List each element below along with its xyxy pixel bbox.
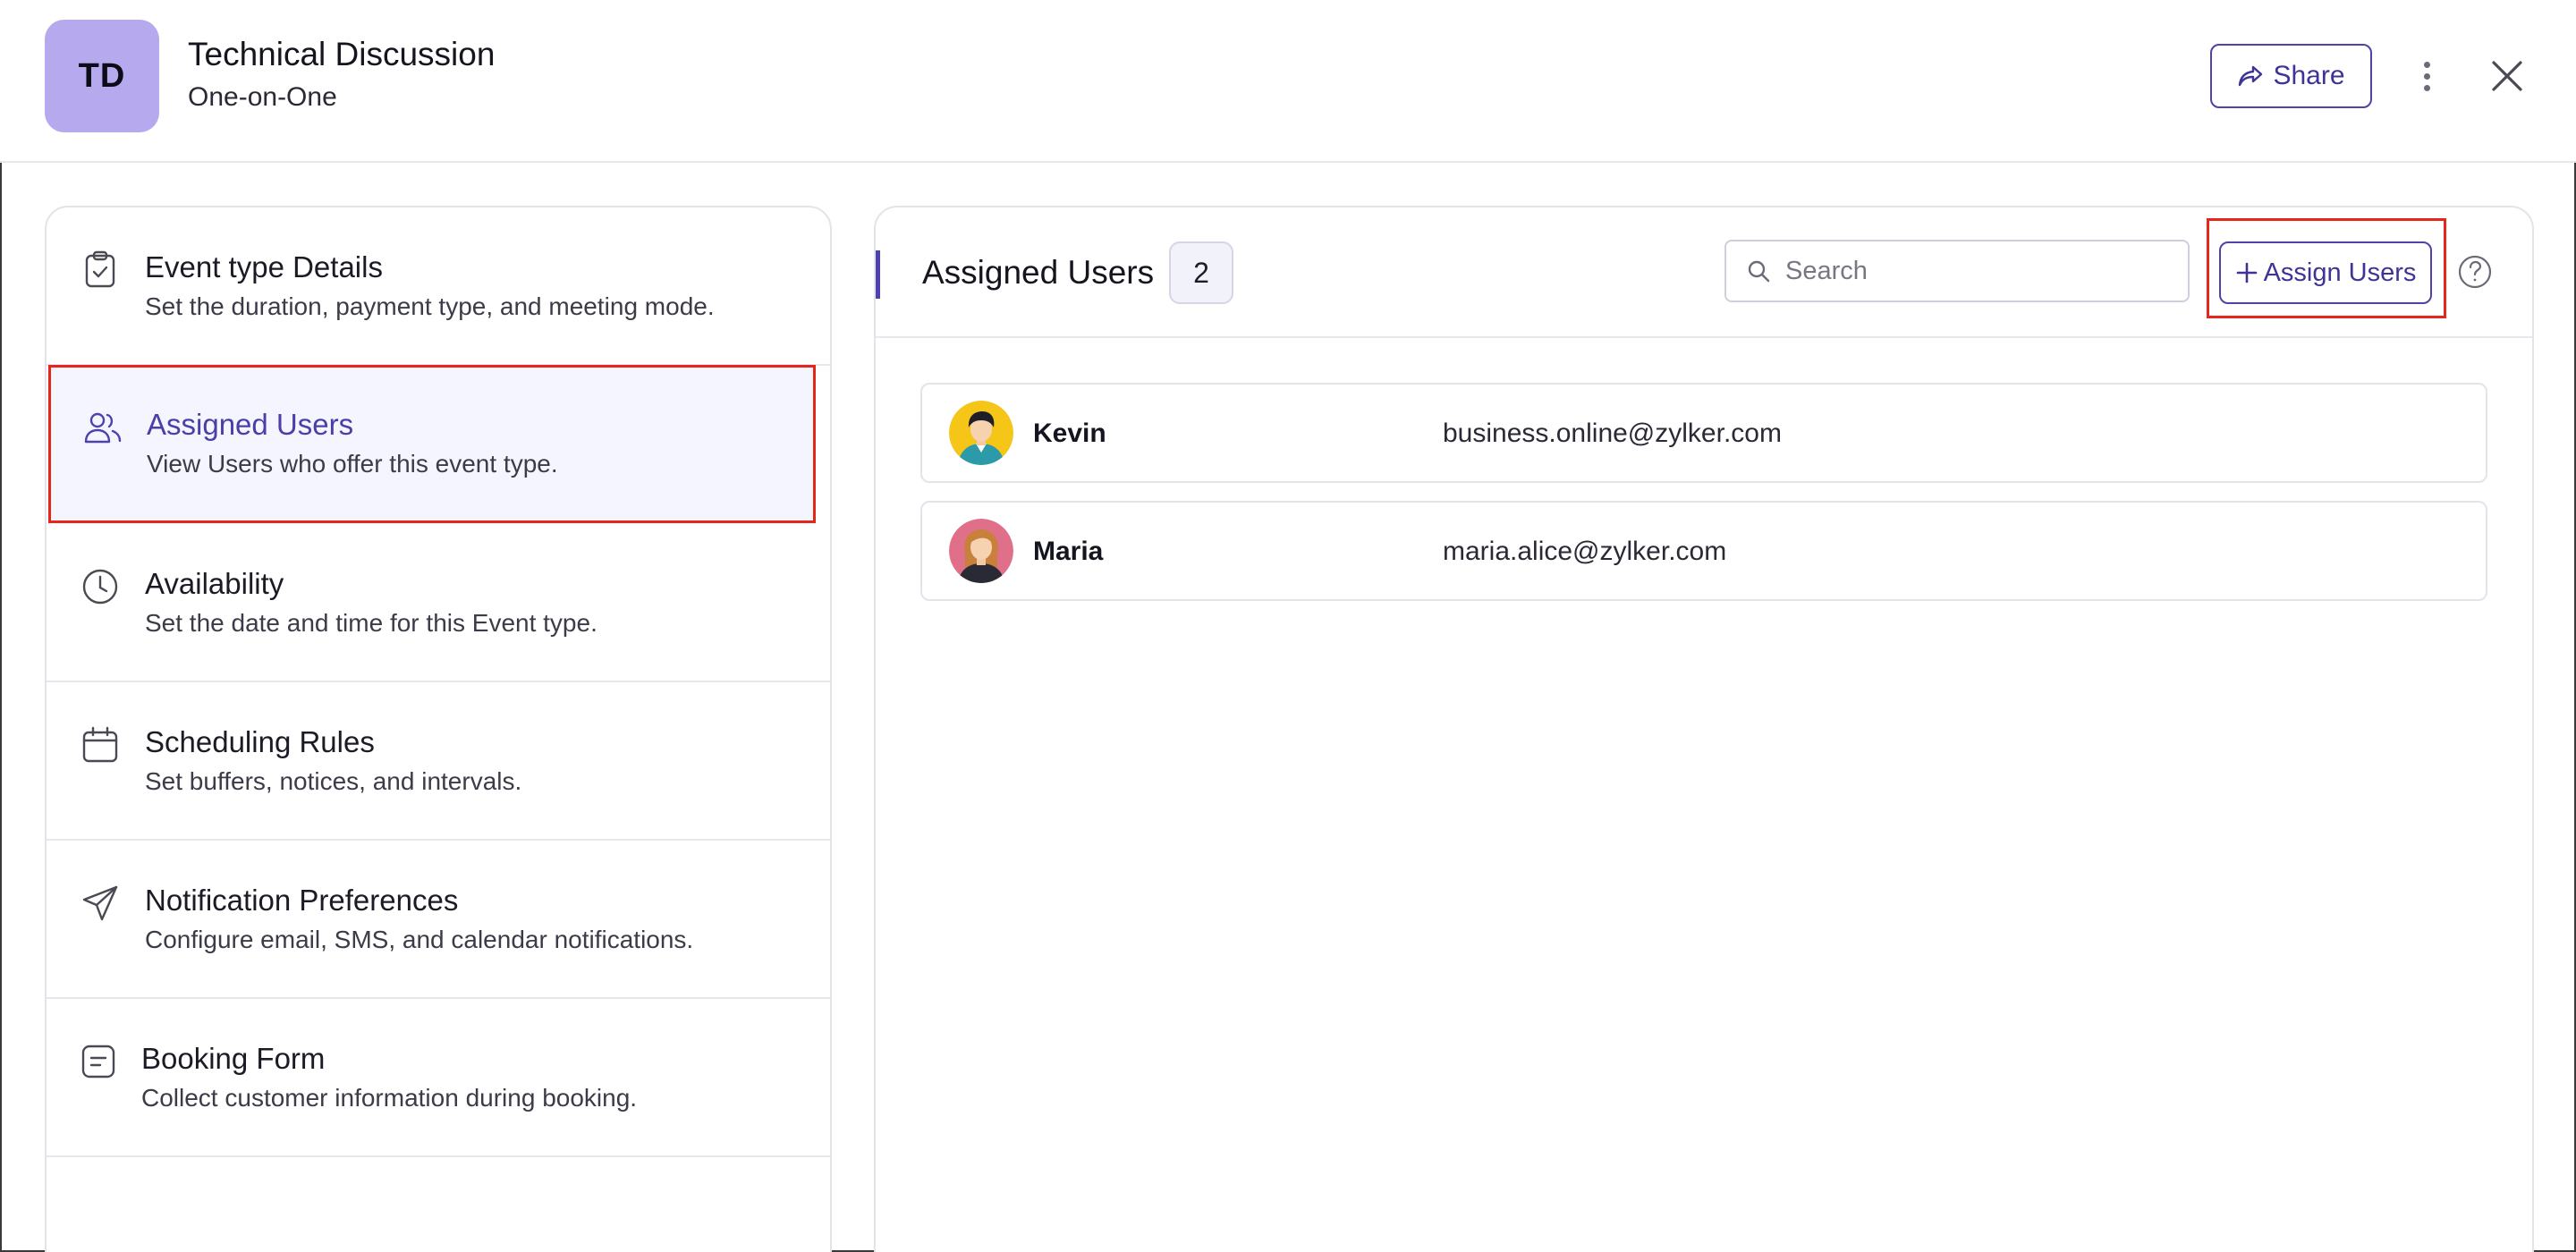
share-icon [2239, 65, 2263, 87]
search-input[interactable] [1785, 256, 2161, 286]
paper-plane-icon [82, 885, 118, 921]
sidebar-item-assigned-users[interactable]: Assigned Users View Users who offer this… [48, 365, 816, 523]
avatar [949, 401, 1013, 465]
user-row[interactable]: Maria maria.alice@zylker.com [920, 501, 2487, 601]
event-header: TD Technical Discussion One-on-One Share [0, 0, 2576, 163]
search-field[interactable] [1724, 240, 2190, 302]
share-label: Share [2273, 61, 2345, 90]
assign-users-label: Assign Users [2263, 258, 2417, 287]
event-avatar: TD [45, 20, 159, 132]
section-accent-bar [876, 250, 880, 299]
share-button[interactable]: Share [2210, 44, 2372, 108]
sidebar-item-title: Availability [145, 567, 284, 600]
search-icon [1748, 260, 1770, 283]
sidebar-item-title: Scheduling Rules [145, 725, 375, 758]
close-icon[interactable] [2487, 55, 2528, 97]
user-email: business.online@zylker.com [1443, 419, 1782, 448]
sidebar-item-title: Assigned Users [147, 408, 354, 441]
panel-title: Assigned Users [922, 254, 1155, 291]
sidebar-item-scheduling-rules[interactable]: Scheduling Rules Set buffers, notices, a… [47, 682, 830, 841]
user-row[interactable]: Kevin business.online@zylker.com [920, 383, 2487, 483]
sidebar-item-title: Notification Preferences [145, 884, 459, 917]
plus-icon [2236, 262, 2257, 283]
more-options-icon[interactable] [2411, 54, 2442, 98]
user-name: Maria [1033, 537, 1104, 566]
help-icon[interactable] [2457, 254, 2493, 290]
clock-icon [82, 569, 118, 605]
settings-sidebar: Event type Details Set the duration, pay… [45, 206, 832, 1252]
panel-header: Assigned Users 2 Assign Users [876, 207, 2532, 338]
avatar [949, 519, 1013, 583]
assigned-users-panel: Assigned Users 2 Assign Users [874, 206, 2534, 1252]
user-count-badge: 2 [1169, 241, 1233, 304]
sidebar-item-booking-form[interactable]: Booking Form Collect customer informatio… [47, 999, 830, 1157]
sidebar-item-desc: Set the duration, payment type, and meet… [145, 292, 715, 320]
sidebar-item-desc: View Users who offer this event type. [147, 450, 558, 478]
sidebar-item-desc: Configure email, SMS, and calendar notif… [145, 926, 694, 953]
sidebar-item-desc: Collect customer information during book… [141, 1084, 638, 1112]
sidebar-item-desc: Set the date and time for this Event typ… [145, 609, 597, 637]
users-icon [84, 412, 122, 444]
form-icon [81, 1045, 115, 1079]
sidebar-item-event-type-details[interactable]: Event type Details Set the duration, pay… [47, 207, 830, 366]
event-subtitle: One-on-One [188, 82, 337, 112]
clipboard-check-icon [85, 250, 115, 288]
sidebar-item-title: Event type Details [145, 250, 383, 283]
sidebar-item-availability[interactable]: Availability Set the date and time for t… [47, 524, 830, 682]
user-name: Kevin [1033, 419, 1106, 448]
user-email: maria.alice@zylker.com [1443, 537, 1727, 566]
event-title: Technical Discussion [188, 36, 496, 72]
assign-users-button[interactable]: Assign Users [2219, 241, 2432, 304]
calendar-icon [82, 726, 118, 763]
sidebar-item-title: Booking Form [141, 1042, 326, 1075]
sidebar-item-desc: Set buffers, notices, and intervals. [145, 767, 522, 795]
sidebar-item-notification-preferences[interactable]: Notification Preferences Configure email… [47, 841, 830, 999]
